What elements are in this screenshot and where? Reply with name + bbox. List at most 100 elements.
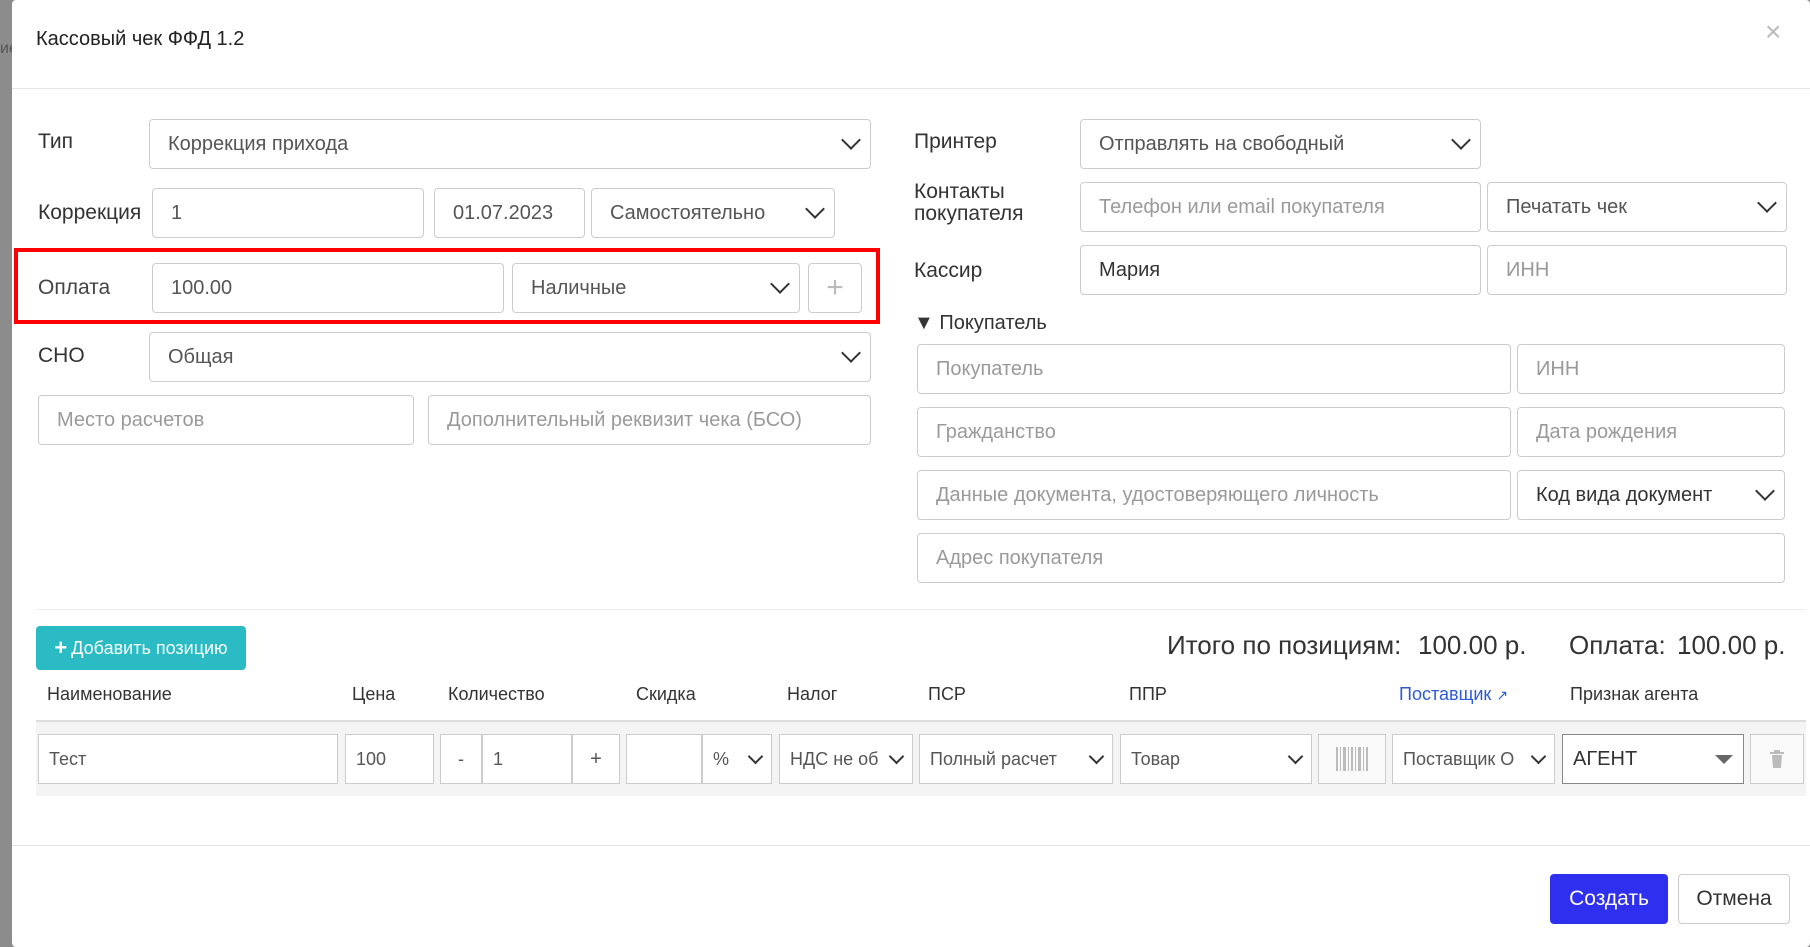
qty-plus-button[interactable]: + [572, 734, 620, 784]
psr-value: Полный расчет [930, 748, 1057, 769]
chevron-down-icon [770, 274, 790, 294]
sno-label: СНО [38, 344, 85, 367]
col-ppr: ППР [1129, 684, 1167, 704]
chevron-down-icon [1451, 130, 1471, 150]
external-link-icon: ↗ [1496, 687, 1509, 703]
payment-amount-input[interactable] [152, 263, 504, 313]
discount-unit-value: % [713, 748, 730, 769]
cashier-inn-input[interactable] [1487, 245, 1787, 295]
total-value: 100.00 р. [1418, 630, 1527, 660]
psr-select[interactable]: Полный расчет [919, 734, 1113, 784]
buyer-inn-input[interactable] [1517, 344, 1785, 394]
add-payment-button[interactable]: + [808, 263, 862, 313]
qty-minus-button[interactable]: - [440, 734, 482, 784]
agent-select[interactable]: АГЕНТ [1562, 734, 1744, 784]
col-qty: Количество [448, 684, 545, 704]
payment-total-label: Оплата: [1569, 630, 1666, 660]
type-select[interactable]: Коррекция прихода [149, 119, 871, 169]
barcode-button[interactable] [1318, 734, 1386, 784]
print-mode-select[interactable]: Печатать чек [1487, 182, 1787, 232]
printer-select[interactable]: Отправлять на свободный [1080, 119, 1481, 169]
minus-icon: - [458, 748, 464, 769]
supplier-select[interactable]: Поставщик О [1392, 734, 1555, 784]
col-psr: ПСР [928, 684, 966, 704]
chevron-down-icon [1530, 748, 1547, 764]
delete-row-button[interactable] [1750, 734, 1804, 784]
trash-icon [1770, 750, 1784, 768]
chevron-down-icon [841, 343, 861, 363]
chevron-down-icon [1757, 193, 1777, 213]
chevron-down-icon [1755, 481, 1775, 501]
header-divider [12, 88, 1810, 89]
discount-input[interactable] [626, 734, 702, 784]
col-supplier-link[interactable]: Поставщик ↗ [1399, 684, 1508, 705]
col-discount: Скидка [636, 684, 696, 704]
add-position-button[interactable]: + Добавить позицию [36, 626, 246, 670]
discount-unit-select[interactable]: % [702, 734, 772, 784]
contacts-label: Контакты покупателя [914, 181, 1024, 225]
cancel-button[interactable]: Отмена [1678, 874, 1790, 924]
ppr-select[interactable]: Товар [1120, 734, 1312, 784]
modal-title: Кассовый чек ФФД 1.2 [36, 28, 245, 50]
qty-input[interactable]: 1 [482, 734, 572, 784]
cashier-input[interactable] [1080, 245, 1481, 295]
close-icon[interactable]: × [1765, 18, 1781, 46]
payment-total-value: 100.00 р. [1677, 630, 1786, 660]
type-label: Тип [38, 130, 74, 153]
agent-value: АГЕНТ [1573, 747, 1638, 770]
document-input[interactable] [917, 470, 1511, 520]
correction-mode-select[interactable]: Самостоятельно [591, 188, 835, 238]
doc-code-select[interactable]: Код вида документ [1517, 470, 1785, 520]
correction-date-input[interactable] [434, 188, 585, 238]
extra-requisite-input[interactable] [428, 395, 871, 445]
plus-icon: + [590, 747, 602, 770]
tax-value: НДС не об [790, 748, 879, 769]
add-position-label: Добавить позицию [71, 637, 228, 658]
col-supplier-label: Поставщик [1399, 684, 1492, 704]
buyer-input[interactable] [917, 344, 1511, 394]
citizenship-input[interactable] [917, 407, 1511, 457]
total-label: Итого по позициям: [1167, 630, 1402, 660]
payment-label: Оплата [38, 276, 111, 299]
position-name-input[interactable]: Тест [38, 734, 338, 784]
col-agent: Признак агента [1570, 684, 1699, 704]
buyer-toggle[interactable]: ▼ Покупатель [914, 312, 1047, 335]
buyer-address-input[interactable] [917, 533, 1785, 583]
plus-icon: + [826, 271, 844, 304]
chevron-down-icon [1287, 748, 1304, 764]
printer-label: Принтер [914, 130, 997, 153]
contacts-input[interactable] [1080, 182, 1481, 232]
position-price-input[interactable]: 100 [345, 734, 434, 784]
chevron-down-icon [1088, 748, 1105, 764]
chevron-down-icon [888, 748, 905, 764]
col-price: Цена [352, 684, 396, 704]
create-button[interactable]: Создать [1550, 874, 1668, 924]
chevron-down-icon [805, 199, 825, 219]
contacts-label-line2: покупателя [914, 202, 1024, 225]
doc-code-value: Код вида документ [1536, 483, 1713, 506]
caret-down-icon [1715, 754, 1733, 764]
position-name-value: Тест [49, 748, 87, 769]
cashier-label: Кассир [914, 259, 983, 282]
barcode-icon [1336, 747, 1368, 771]
print-mode-value: Печатать чек [1506, 195, 1627, 218]
payment-method-value: Наличные [531, 276, 627, 299]
place-input[interactable] [38, 395, 414, 445]
ppr-value: Товар [1131, 748, 1180, 769]
qty-value: 1 [493, 748, 504, 769]
section-divider [36, 609, 1806, 610]
tax-select[interactable]: НДС не об [779, 734, 913, 784]
position-price-value: 100 [356, 748, 387, 769]
payment-method-select[interactable]: Наличные [512, 263, 800, 313]
birth-date-input[interactable] [1517, 407, 1785, 457]
col-name: Наименование [47, 684, 172, 704]
correction-mode-value: Самостоятельно [610, 201, 766, 224]
chevron-down-icon [747, 748, 764, 764]
sno-select-value: Общая [168, 345, 234, 368]
plus-icon: + [54, 635, 68, 660]
chevron-down-icon [841, 130, 861, 150]
footer-divider [12, 845, 1810, 846]
correction-number-input[interactable] [152, 188, 424, 238]
sno-select[interactable]: Общая [149, 332, 871, 382]
contacts-label-line1: Контакты [914, 180, 1005, 203]
